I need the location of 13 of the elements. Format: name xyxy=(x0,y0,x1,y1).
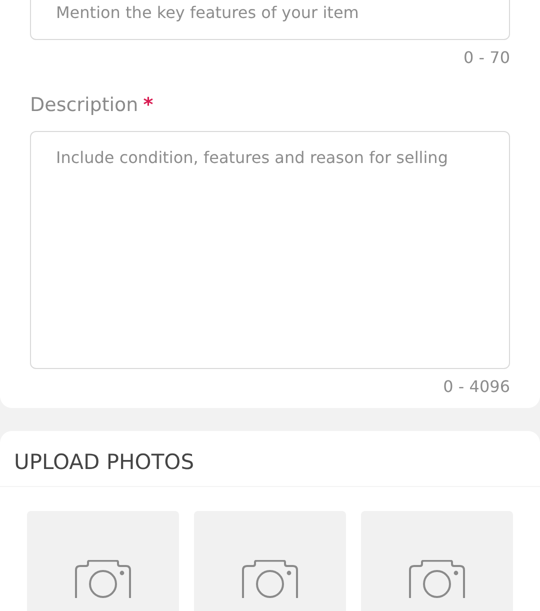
title-field[interactable]: Mention the key features of your item xyxy=(30,0,510,40)
field-label: Description xyxy=(30,94,138,116)
photo-upload-button[interactable] xyxy=(361,511,513,611)
description-field[interactable]: Include condition, features and reason for selling xyxy=(30,131,510,369)
photo-upload-button[interactable] xyxy=(27,511,179,611)
camera-icon xyxy=(241,560,299,600)
camera-icon xyxy=(74,560,132,600)
character-counter: 0 - 70 xyxy=(462,48,510,67)
character-counter: 0 - 4096 xyxy=(442,377,510,396)
section-heading: UPLOAD PHOTOS xyxy=(0,431,540,487)
camera-icon xyxy=(408,560,466,600)
required-marker: * xyxy=(143,94,154,116)
photo-upload-button[interactable] xyxy=(194,511,346,611)
